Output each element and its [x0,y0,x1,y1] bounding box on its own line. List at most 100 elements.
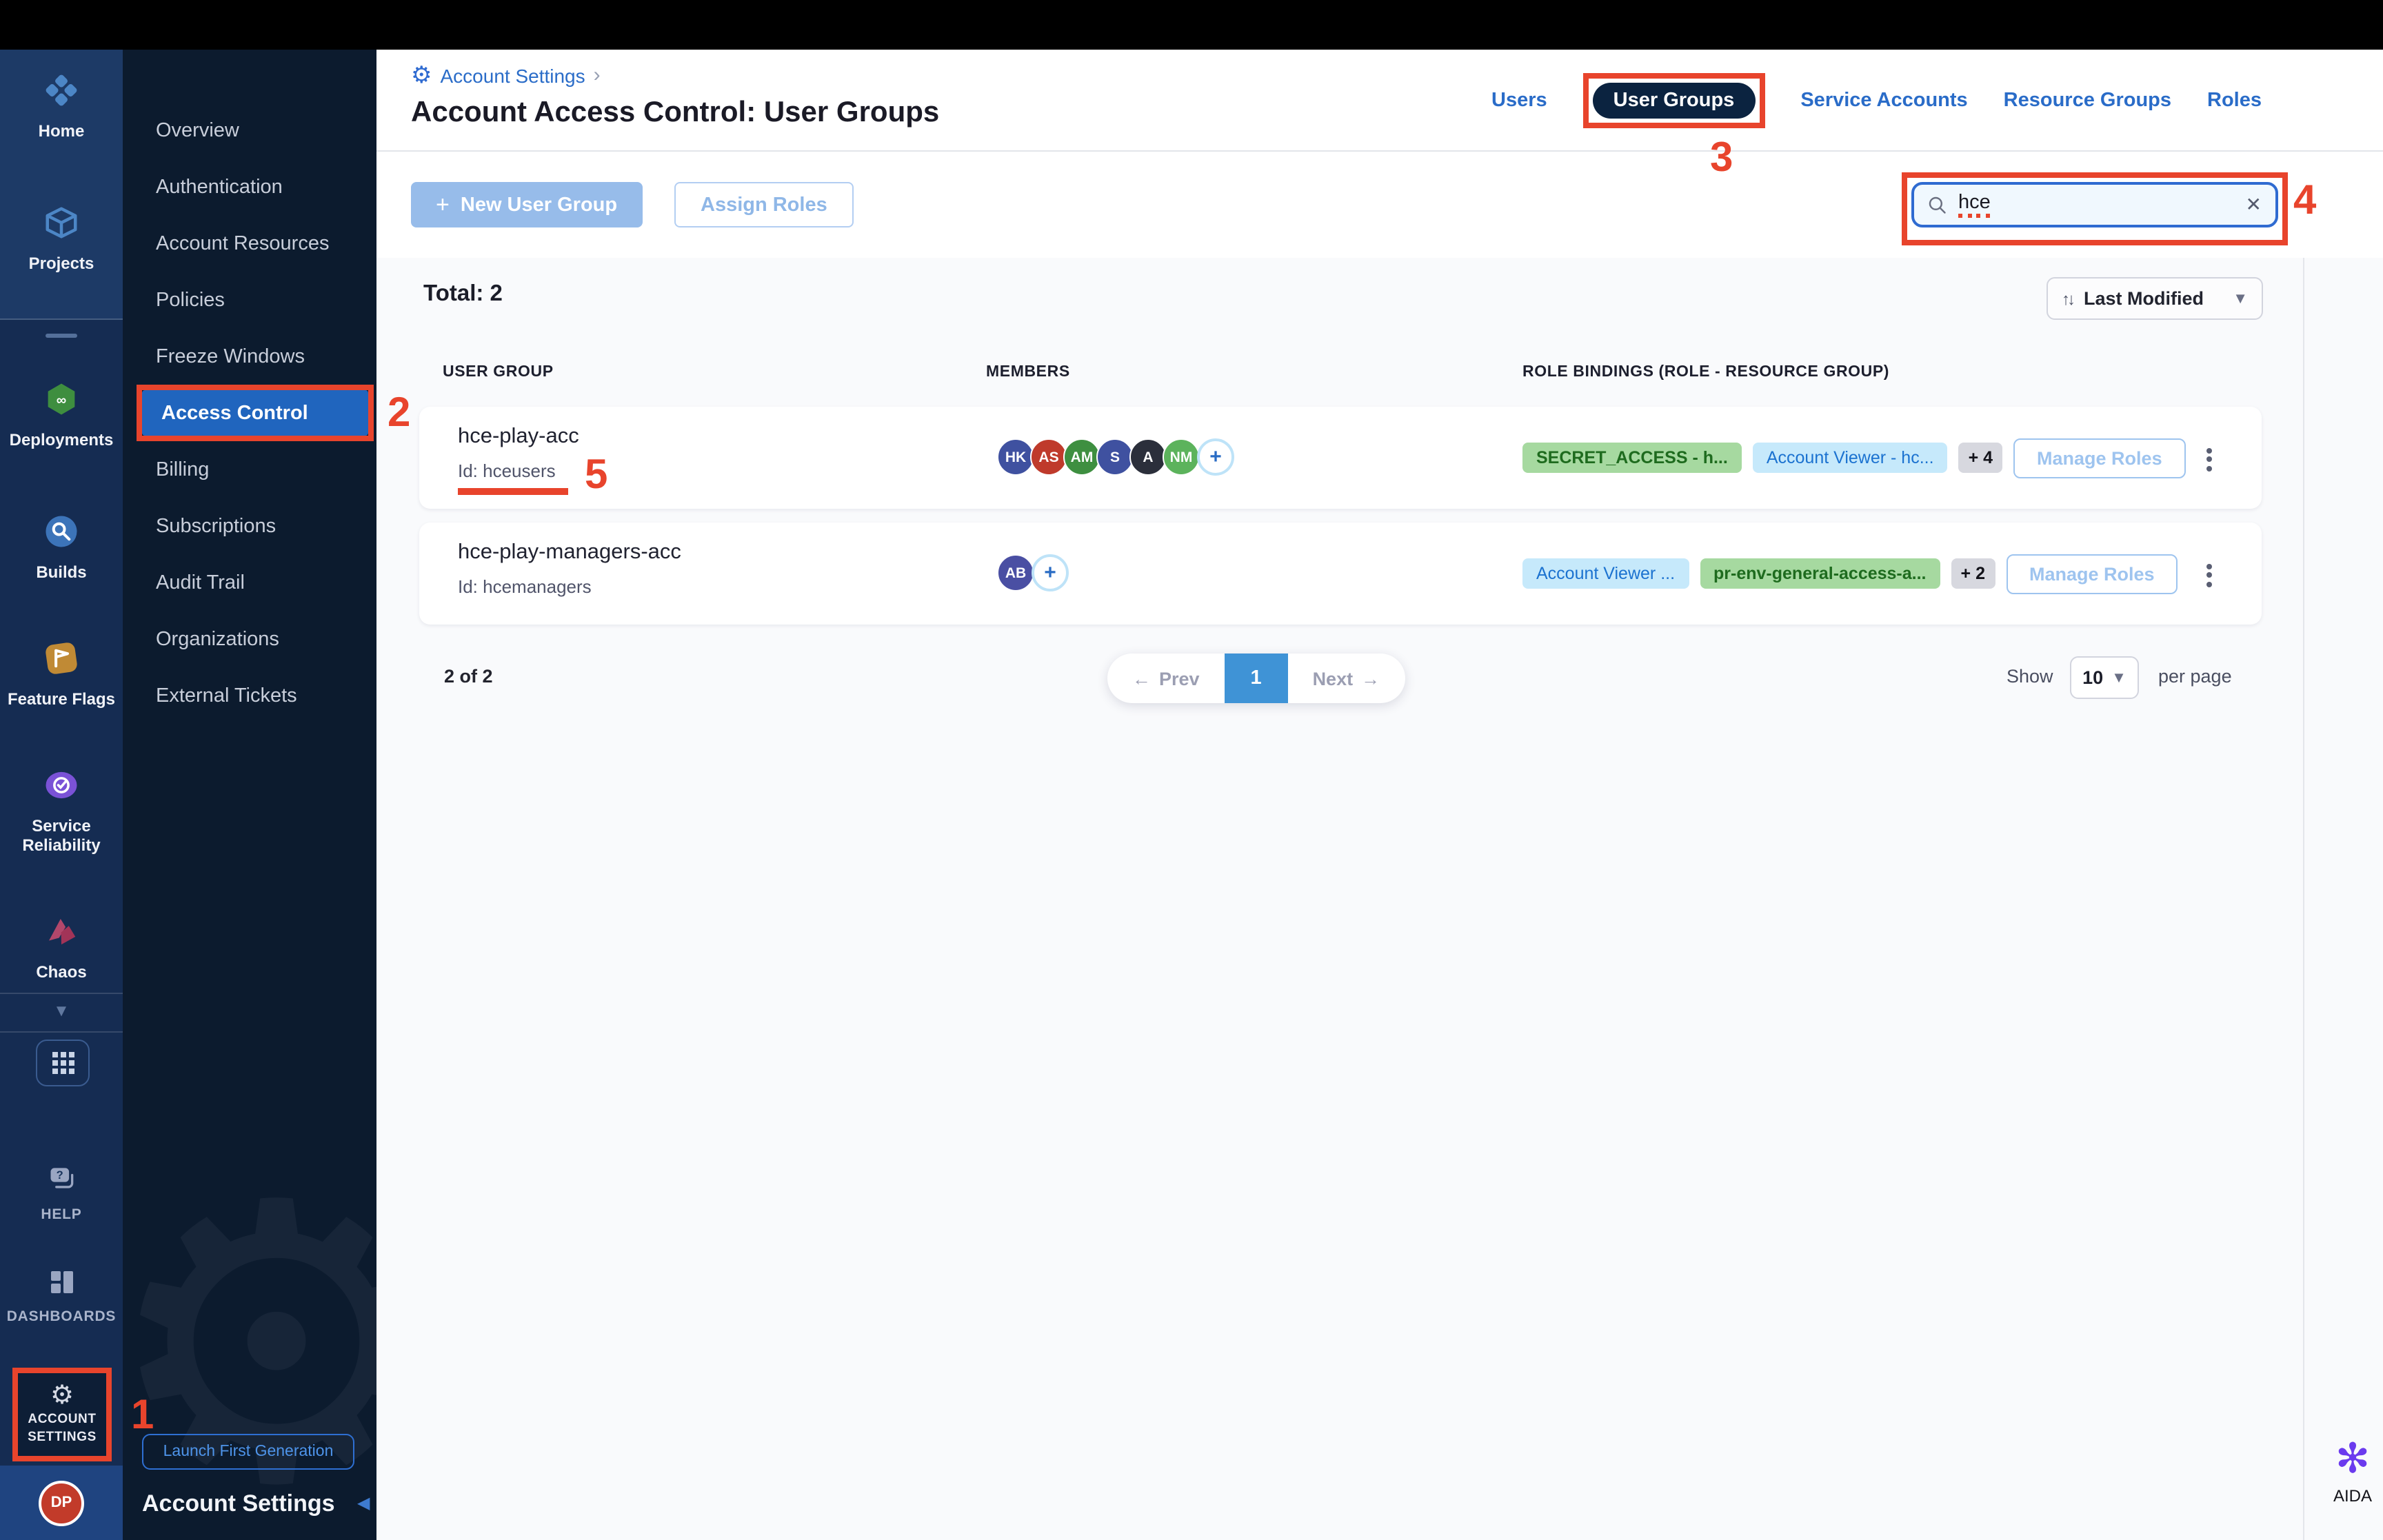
sidebar-collapse-icon[interactable]: ◀ [357,1493,370,1512]
page-size-select[interactable]: 10 ▼ [2070,656,2139,699]
module-picker-button[interactable] [36,1040,90,1086]
sidebar-item-label: Builds [36,563,87,582]
clear-search-icon[interactable]: ✕ [2246,193,2262,216]
page-size-value: 10 [2082,667,2104,688]
prev-page-button[interactable]: ← Prev [1107,654,1225,703]
user-avatar[interactable]: DP [39,1480,84,1526]
tab-roles[interactable]: Roles [2207,90,2262,112]
annotation-step-2: 2 [388,390,411,436]
add-member-button[interactable]: + [1032,554,1069,591]
chevron-down-icon: ▼ [2111,669,2126,686]
sidebar-item-audit-trail[interactable]: Audit Trail [123,554,376,611]
tab-user-groups[interactable]: User Groups [1592,83,1756,119]
sidebar-bottom-title: Account Settings [142,1490,335,1517]
aida-widget[interactable]: ✻ AIDA [2325,1439,2380,1506]
sidebar-item-help[interactable]: ? HELP [0,1164,123,1224]
svg-text:∞: ∞ [57,393,66,408]
manage-roles-button[interactable]: Manage Roles [2013,438,2186,478]
tab-resource-groups[interactable]: Resource Groups [2004,90,2171,112]
sidebar-item-account-settings[interactable]: ⚙ ACCOUNT SETTINGS [12,1368,112,1461]
sidebar-item-subscriptions[interactable]: Subscriptions [123,498,376,554]
user-group-id: Id: hcemanagers [458,576,592,597]
sidebar-item-organizations[interactable]: Organizations [123,611,376,667]
sidebar-divider [0,993,123,994]
add-member-button[interactable]: + [1197,438,1234,476]
more-roles-badge[interactable]: + 4 [1958,443,2003,473]
chaos-icon [43,913,80,957]
assign-roles-label: Assign Roles [701,194,827,216]
sidebar-item-account-resources[interactable]: Account Resources [123,215,376,272]
annotation-step-5: 5 [585,452,608,498]
builds-icon [43,513,80,557]
launch-first-generation-button[interactable]: Launch First Generation [142,1434,354,1470]
sidebar-item-label: Home [38,121,85,141]
role-binding-chip[interactable]: Account Viewer ... [1522,558,1689,589]
search-input[interactable]: hce ✕ [1911,182,2278,227]
current-page-button[interactable]: 1 [1224,654,1288,703]
manage-roles-button[interactable]: Manage Roles [2006,554,2178,594]
user-group-row[interactable]: hce-play-acc Id: hceusers HK AS AM S A N… [419,407,2262,509]
member-avatar[interactable]: HK [997,438,1034,476]
tab-service-accounts[interactable]: Service Accounts [1800,90,1967,112]
breadcrumb-separator-icon: › [593,63,601,87]
sort-dropdown[interactable]: ↑↓ Last Modified ▼ [2047,277,2263,320]
sidebar-item-service-reliability[interactable]: Service Reliability [0,767,123,856]
breadcrumb: ⚙ Account Settings › [411,63,601,87]
app-window: Home Projects ∞ Deployments Builds Featu… [0,0,2383,1540]
user-group-name[interactable]: hce-play-managers-acc [458,540,681,565]
sidebar-item-billing[interactable]: Billing [123,441,376,498]
prev-label: Prev [1159,668,1200,689]
more-roles-badge[interactable]: + 2 [1951,558,1995,589]
role-binding-chip[interactable]: SECRET_ACCESS - h... [1522,443,1742,473]
user-group-name[interactable]: hce-play-acc [458,425,579,449]
aida-flower-icon: ✻ [2335,1437,2371,1482]
member-avatar[interactable]: S [1096,438,1134,476]
role-bindings: SECRET_ACCESS - h... Account Viewer - hc… [1522,407,2186,509]
tab-users[interactable]: Users [1491,90,1547,112]
column-header-role-bindings: ROLE BINDINGS (ROLE - RESOURCE GROUP) [1522,364,1890,381]
member-avatar[interactable]: A [1129,438,1167,476]
role-binding-chip[interactable]: Account Viewer - hc... [1752,443,1948,473]
user-profile-strip: DP [0,1466,123,1540]
member-avatar[interactable]: AB [997,554,1034,591]
assign-roles-button[interactable]: Assign Roles [674,182,854,227]
sidebar-item-chaos[interactable]: Chaos [0,913,123,982]
gear-watermark: ⚙ [123,1153,376,1539]
sidebar-item-policies[interactable]: Policies [123,272,376,328]
sidebar-collapse-dash[interactable] [46,334,77,338]
sidebar-item-access-control[interactable]: Access Control [142,390,368,436]
member-avatar[interactable]: AS [1030,438,1067,476]
account-settings-menu: Overview Authentication Account Resource… [123,102,376,724]
sidebar-item-external-tickets[interactable]: External Tickets [123,667,376,724]
member-avatars: AB + [997,554,1069,591]
sidebar-item-overview[interactable]: Overview [123,102,376,159]
member-avatar[interactable]: NM [1163,438,1200,476]
sidebar-item-builds[interactable]: Builds [0,513,123,582]
annotation-box-step2: Access Control [137,385,374,441]
sidebar-item-freeze-windows[interactable]: Freeze Windows [123,328,376,385]
user-group-row[interactable]: hce-play-managers-acc Id: hcemanagers AB… [419,523,2262,625]
per-page-label: per page [2158,666,2232,687]
sidebar-item-projects[interactable]: Projects [0,204,123,274]
sidebar-item-home[interactable]: Home [0,72,123,141]
role-binding-chip[interactable]: pr-env-general-access-a... [1700,558,1940,589]
sidebar-item-authentication[interactable]: Authentication [123,159,376,215]
row-menu-icon[interactable] [2198,441,2220,477]
new-user-group-label: New User Group [460,194,618,216]
search-value: hce [1958,191,1991,219]
sidebar-item-deployments[interactable]: ∞ Deployments [0,381,123,450]
sidebar-item-dashboards[interactable]: DASHBOARDS [0,1268,123,1326]
new-user-group-button[interactable]: + New User Group [411,182,643,227]
annotation-box-step3: User Groups [1582,73,1765,128]
breadcrumb-account-settings-link[interactable]: Account Settings [441,64,585,86]
svg-text:?: ? [56,1169,63,1182]
sidebar-item-access-control-row: Access Control [123,385,376,441]
member-avatar[interactable]: AM [1063,438,1100,476]
help-chat-icon: ? [46,1164,77,1201]
sidebar-item-feature-flags[interactable]: Feature Flags [0,640,123,709]
sort-arrows-icon: ↑↓ [2062,289,2075,308]
gear-icon: ⚙ [50,1381,74,1411]
row-menu-icon[interactable] [2198,557,2220,593]
next-page-button[interactable]: Next → [1288,654,1405,703]
chevron-down-icon[interactable]: ▼ [0,1001,123,1020]
